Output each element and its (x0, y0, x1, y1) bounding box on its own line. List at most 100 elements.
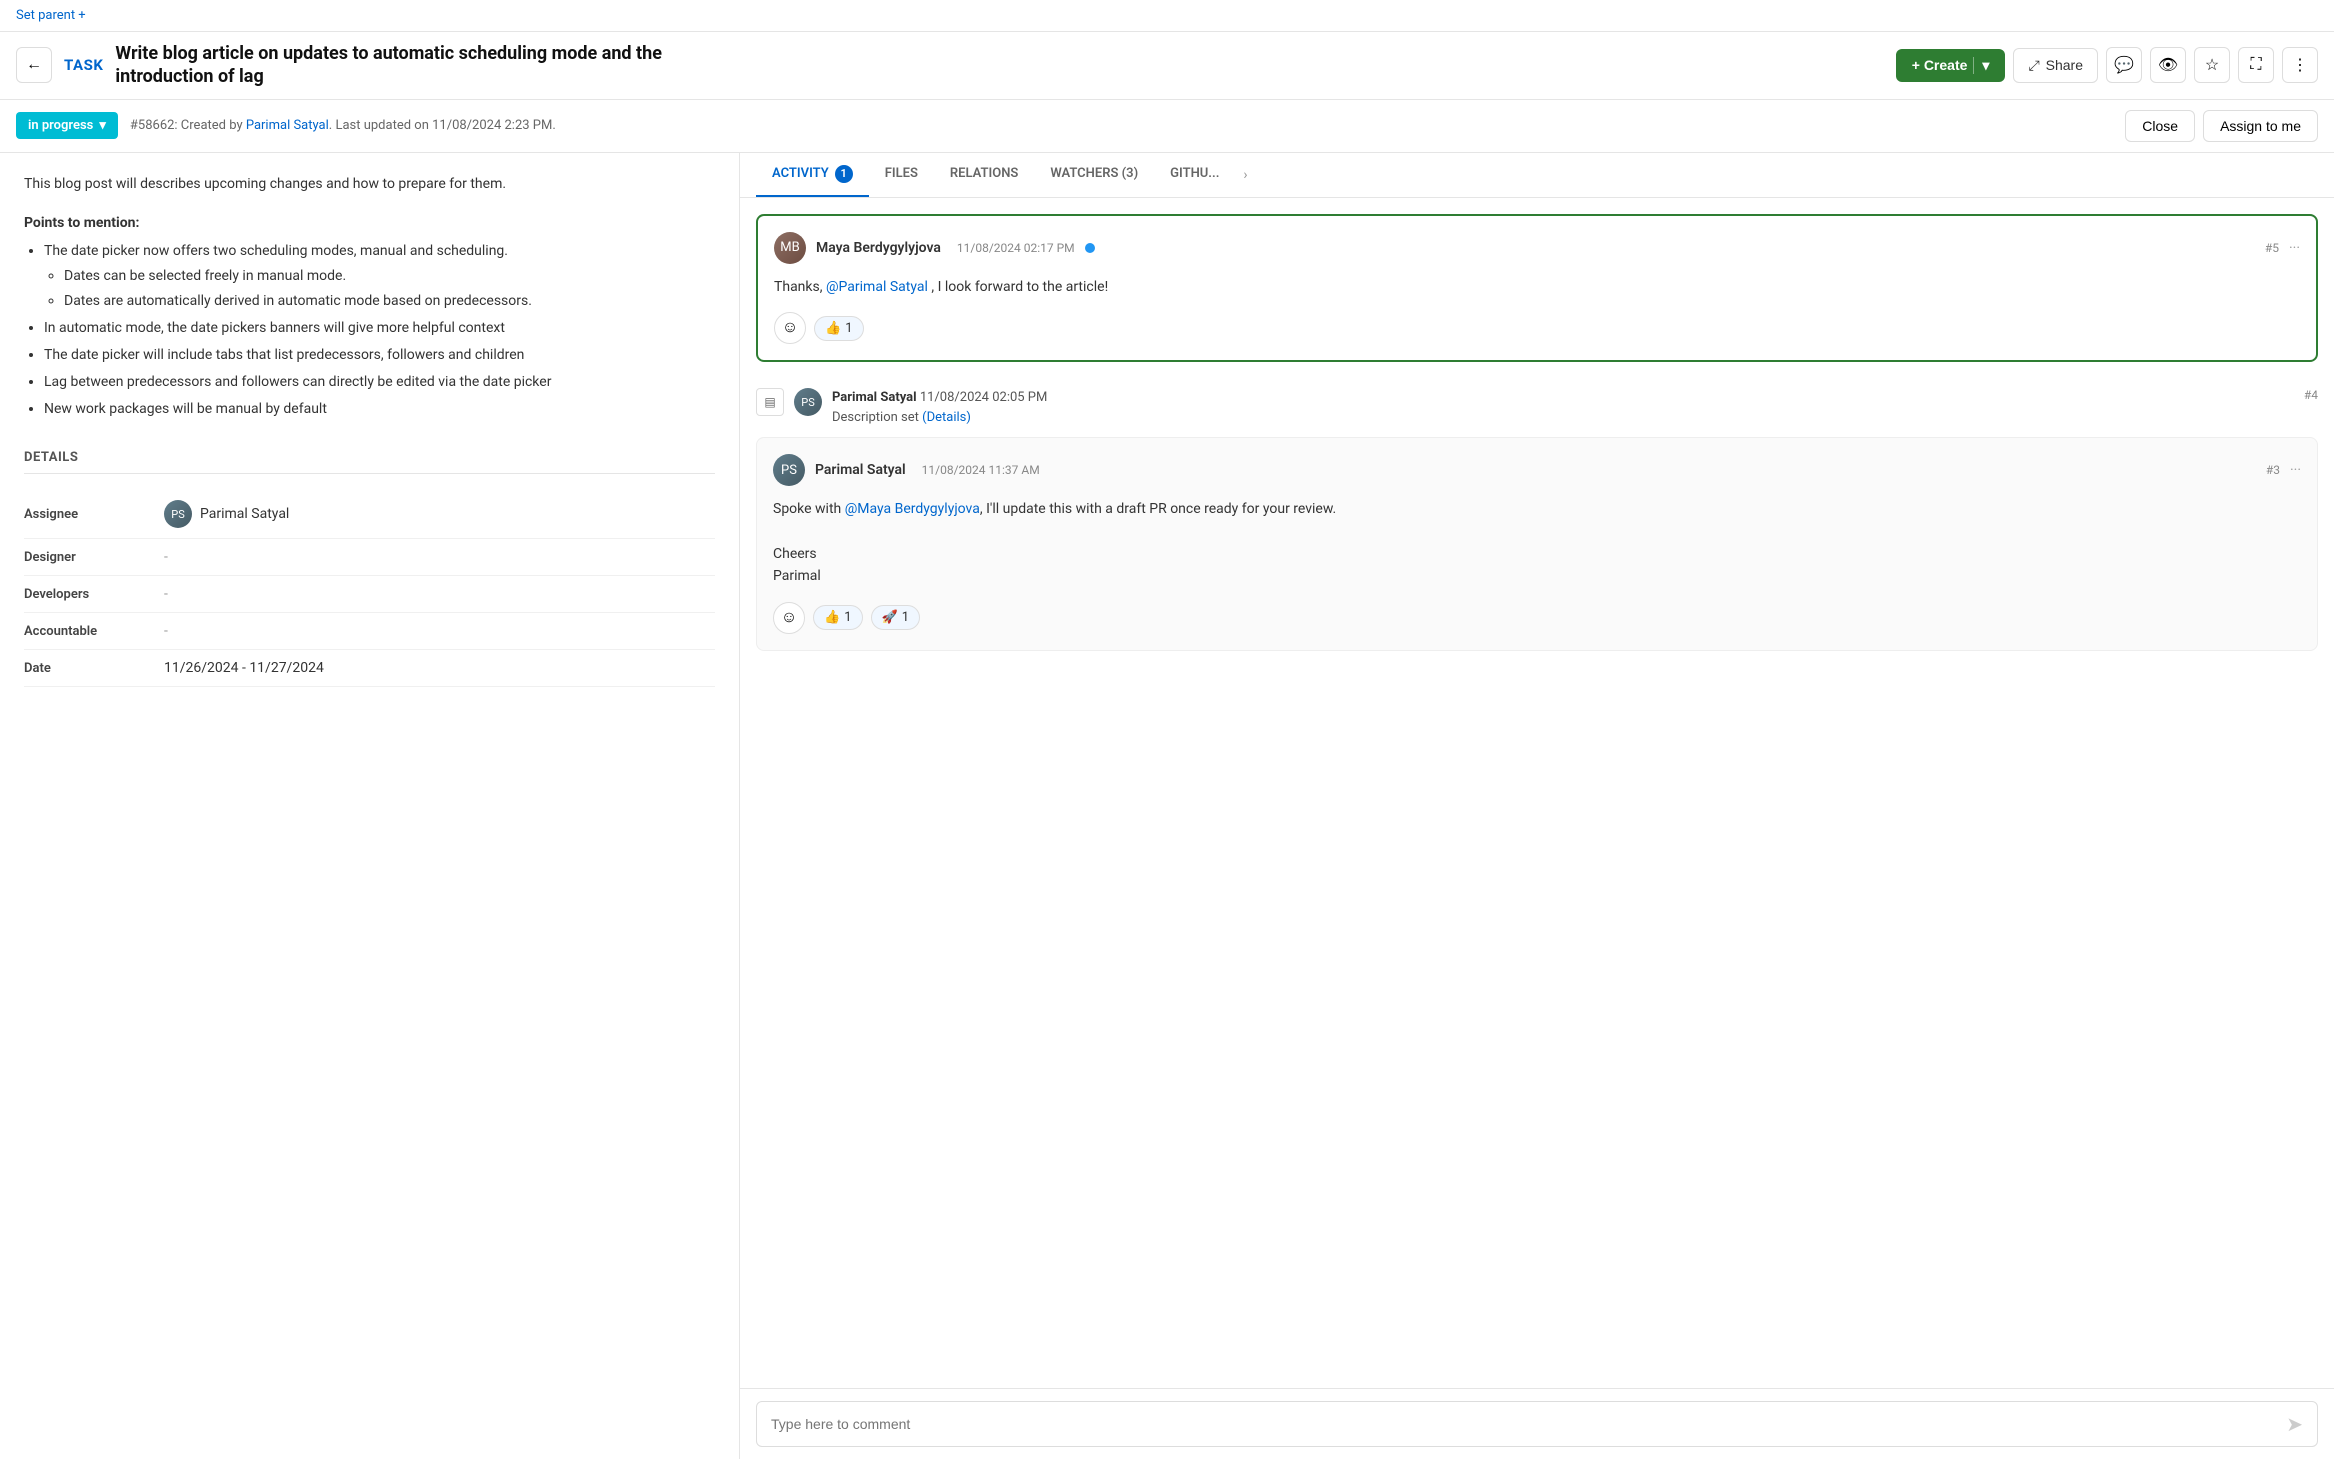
author-link[interactable]: Parimal Satyal (246, 118, 329, 133)
comment-menu[interactable]: ··· (2289, 240, 2300, 256)
share-btn-label: Share (2046, 57, 2083, 73)
fullscreen-button[interactable]: ⛶ (2238, 47, 2274, 83)
comment-num: #3 (2266, 463, 2280, 477)
list-item: New work packages will be manual by defa… (44, 399, 715, 420)
rocket-count: 1 (902, 610, 909, 625)
activity-author: Parimal Satyal (832, 390, 917, 405)
status-badge[interactable]: in progress ▾ (16, 112, 118, 139)
create-button[interactable]: + Create ▾ (1896, 49, 2006, 82)
reactions: ☺ 👍 1 (774, 312, 2300, 344)
status-label: in progress (28, 118, 93, 133)
meta-suffix: . Last updated on 11/08/2024 2:23 PM. (329, 118, 556, 133)
status-meta: #58662: Created by Parimal Satyal. Last … (130, 118, 556, 133)
tab-github[interactable]: GITHU... (1154, 154, 1235, 195)
details-link[interactable]: (Details) (922, 410, 971, 425)
thumbs-up-reaction[interactable]: 👍 1 (814, 316, 864, 341)
set-parent-link[interactable]: Set parent + (16, 8, 86, 23)
detail-label: Date (24, 661, 164, 676)
header: ← TASK Write blog article on updates to … (0, 32, 2334, 100)
comment-maya: MB Maya Berdygylyjova 11/08/2024 02:17 P… (756, 214, 2318, 362)
rocket-emoji: 🚀 (882, 610, 898, 625)
list-item: In automatic mode, the date pickers bann… (44, 318, 715, 339)
activity-time: 11/08/2024 02:05 PM (920, 390, 1048, 405)
tab-activity[interactable]: ACTIVITY 1 (756, 153, 869, 197)
detail-row-date: Date 11/26/2024 - 11/27/2024 (24, 650, 715, 687)
detail-label: Accountable (24, 624, 164, 639)
comment-header: PS Parimal Satyal 11/08/2024 11:37 AM #3… (773, 454, 2301, 486)
detail-label: Developers (24, 587, 164, 602)
watch-button[interactable]: 👁 (2150, 47, 2186, 83)
page-title: Write blog article on updates to automat… (115, 42, 715, 89)
assignee-name: Parimal Satyal (200, 506, 289, 522)
mention: @Maya Berdygylyjova (845, 501, 980, 517)
detail-empty: - (164, 623, 168, 639)
activity-num: #4 (2304, 388, 2318, 402)
activity-text: Parimal Satyal 11/08/2024 02:05 PM Descr… (832, 388, 2294, 427)
comment-input-area: ➤ (740, 1388, 2334, 1459)
comment-parimal-3: PS Parimal Satyal 11/08/2024 11:37 AM #3… (756, 437, 2318, 651)
favorite-button[interactable]: ☆ (2194, 47, 2230, 83)
list-item: Dates are automatically derived in autom… (64, 291, 715, 312)
left-panel: This blog post will describes upcoming c… (0, 153, 740, 1459)
share-icon: ⤢ (2028, 57, 2039, 74)
detail-row-accountable: Accountable - (24, 613, 715, 650)
tab-activity-badge: 1 (835, 165, 853, 183)
detail-row-assignee: Assignee PS Parimal Satyal (24, 490, 715, 539)
add-reaction-button[interactable]: ☺ (773, 602, 805, 634)
thumbs-up-emoji: 👍 (824, 610, 840, 625)
list-item: The date picker will include tabs that l… (44, 345, 715, 366)
meta-prefix: #58662: Created by (130, 118, 246, 133)
bullet-list: The date picker now offers two schedulin… (24, 241, 715, 420)
avatar: PS (164, 500, 192, 528)
tab-files[interactable]: FILES (869, 154, 934, 195)
top-bar: Set parent + (0, 0, 2334, 32)
activity-description: Description set (Details) (832, 410, 971, 425)
activity-parimal-4: ▤ PS Parimal Satyal 11/08/2024 02:05 PM … (756, 378, 2318, 437)
reactions: ☺ 👍 1 🚀 1 (773, 602, 2301, 634)
mention: @Parimal Satyal (826, 279, 928, 295)
comment-input-row: ➤ (756, 1401, 2318, 1447)
thumbs-up-count: 1 (845, 321, 852, 336)
share-button[interactable]: ⤢ Share (2013, 48, 2098, 83)
more-options-button[interactable]: ⋮ (2282, 47, 2318, 83)
send-button[interactable]: ➤ (2286, 1412, 2303, 1436)
activity-feed: MB Maya Berdygylyjova 11/08/2024 02:17 P… (740, 198, 2334, 1388)
comment-menu[interactable]: ··· (2290, 462, 2301, 478)
thumbs-up-reaction[interactable]: 👍 1 (813, 605, 863, 630)
tab-relations-label: RELATIONS (950, 166, 1018, 181)
rocket-reaction[interactable]: 🚀 1 (871, 605, 921, 630)
add-reaction-button[interactable]: ☺ (774, 312, 806, 344)
status-actions: Close Assign to me (2125, 110, 2318, 142)
comment-author: Parimal Satyal (815, 462, 906, 478)
status-dropdown-icon: ▾ (99, 118, 106, 133)
avatar: PS (773, 454, 805, 486)
tab-github-label: GITHU... (1170, 166, 1219, 181)
comment-icon-button[interactable]: 💬 (2106, 47, 2142, 83)
header-left: ← TASK Write blog article on updates to … (16, 42, 715, 89)
tab-watchers-label: WATCHERS (3) (1050, 166, 1138, 181)
tab-activity-label: ACTIVITY (772, 166, 829, 181)
comment-input[interactable] (771, 1416, 2276, 1432)
close-button[interactable]: Close (2125, 110, 2195, 142)
detail-value: 11/26/2024 - 11/27/2024 (164, 660, 324, 676)
description-intro: This blog post will describes upcoming c… (24, 173, 715, 195)
status-bar: in progress ▾ #58662: Created by Parimal… (0, 100, 2334, 153)
back-button[interactable]: ← (16, 47, 52, 83)
detail-row-developers: Developers - (24, 576, 715, 613)
tabs-scroll-right[interactable]: › (1235, 155, 1255, 195)
detail-value: PS Parimal Satyal (164, 500, 289, 528)
create-btn-label: + Create (1912, 57, 1968, 73)
tab-relations[interactable]: RELATIONS (934, 154, 1034, 195)
thumbs-up-count: 1 (844, 610, 851, 625)
header-right: + Create ▾ ⤢ Share 💬 👁 ☆ ⛶ ⋮ (1896, 47, 2318, 83)
points-title: Points to mention: (24, 215, 715, 231)
avatar: PS (794, 388, 822, 416)
assign-to-me-button[interactable]: Assign to me (2203, 110, 2318, 142)
comment-time: 11/08/2024 11:37 AM (922, 463, 1040, 477)
detail-empty: - (164, 586, 168, 602)
comment-time: 11/08/2024 02:17 PM (957, 241, 1075, 255)
tabs: ACTIVITY 1 FILES RELATIONS WATCHERS (3) … (740, 153, 2334, 198)
details-title: DETAILS (24, 450, 715, 474)
tab-watchers[interactable]: WATCHERS (3) (1034, 154, 1154, 195)
create-btn-arrow[interactable]: ▾ (1973, 57, 1989, 74)
